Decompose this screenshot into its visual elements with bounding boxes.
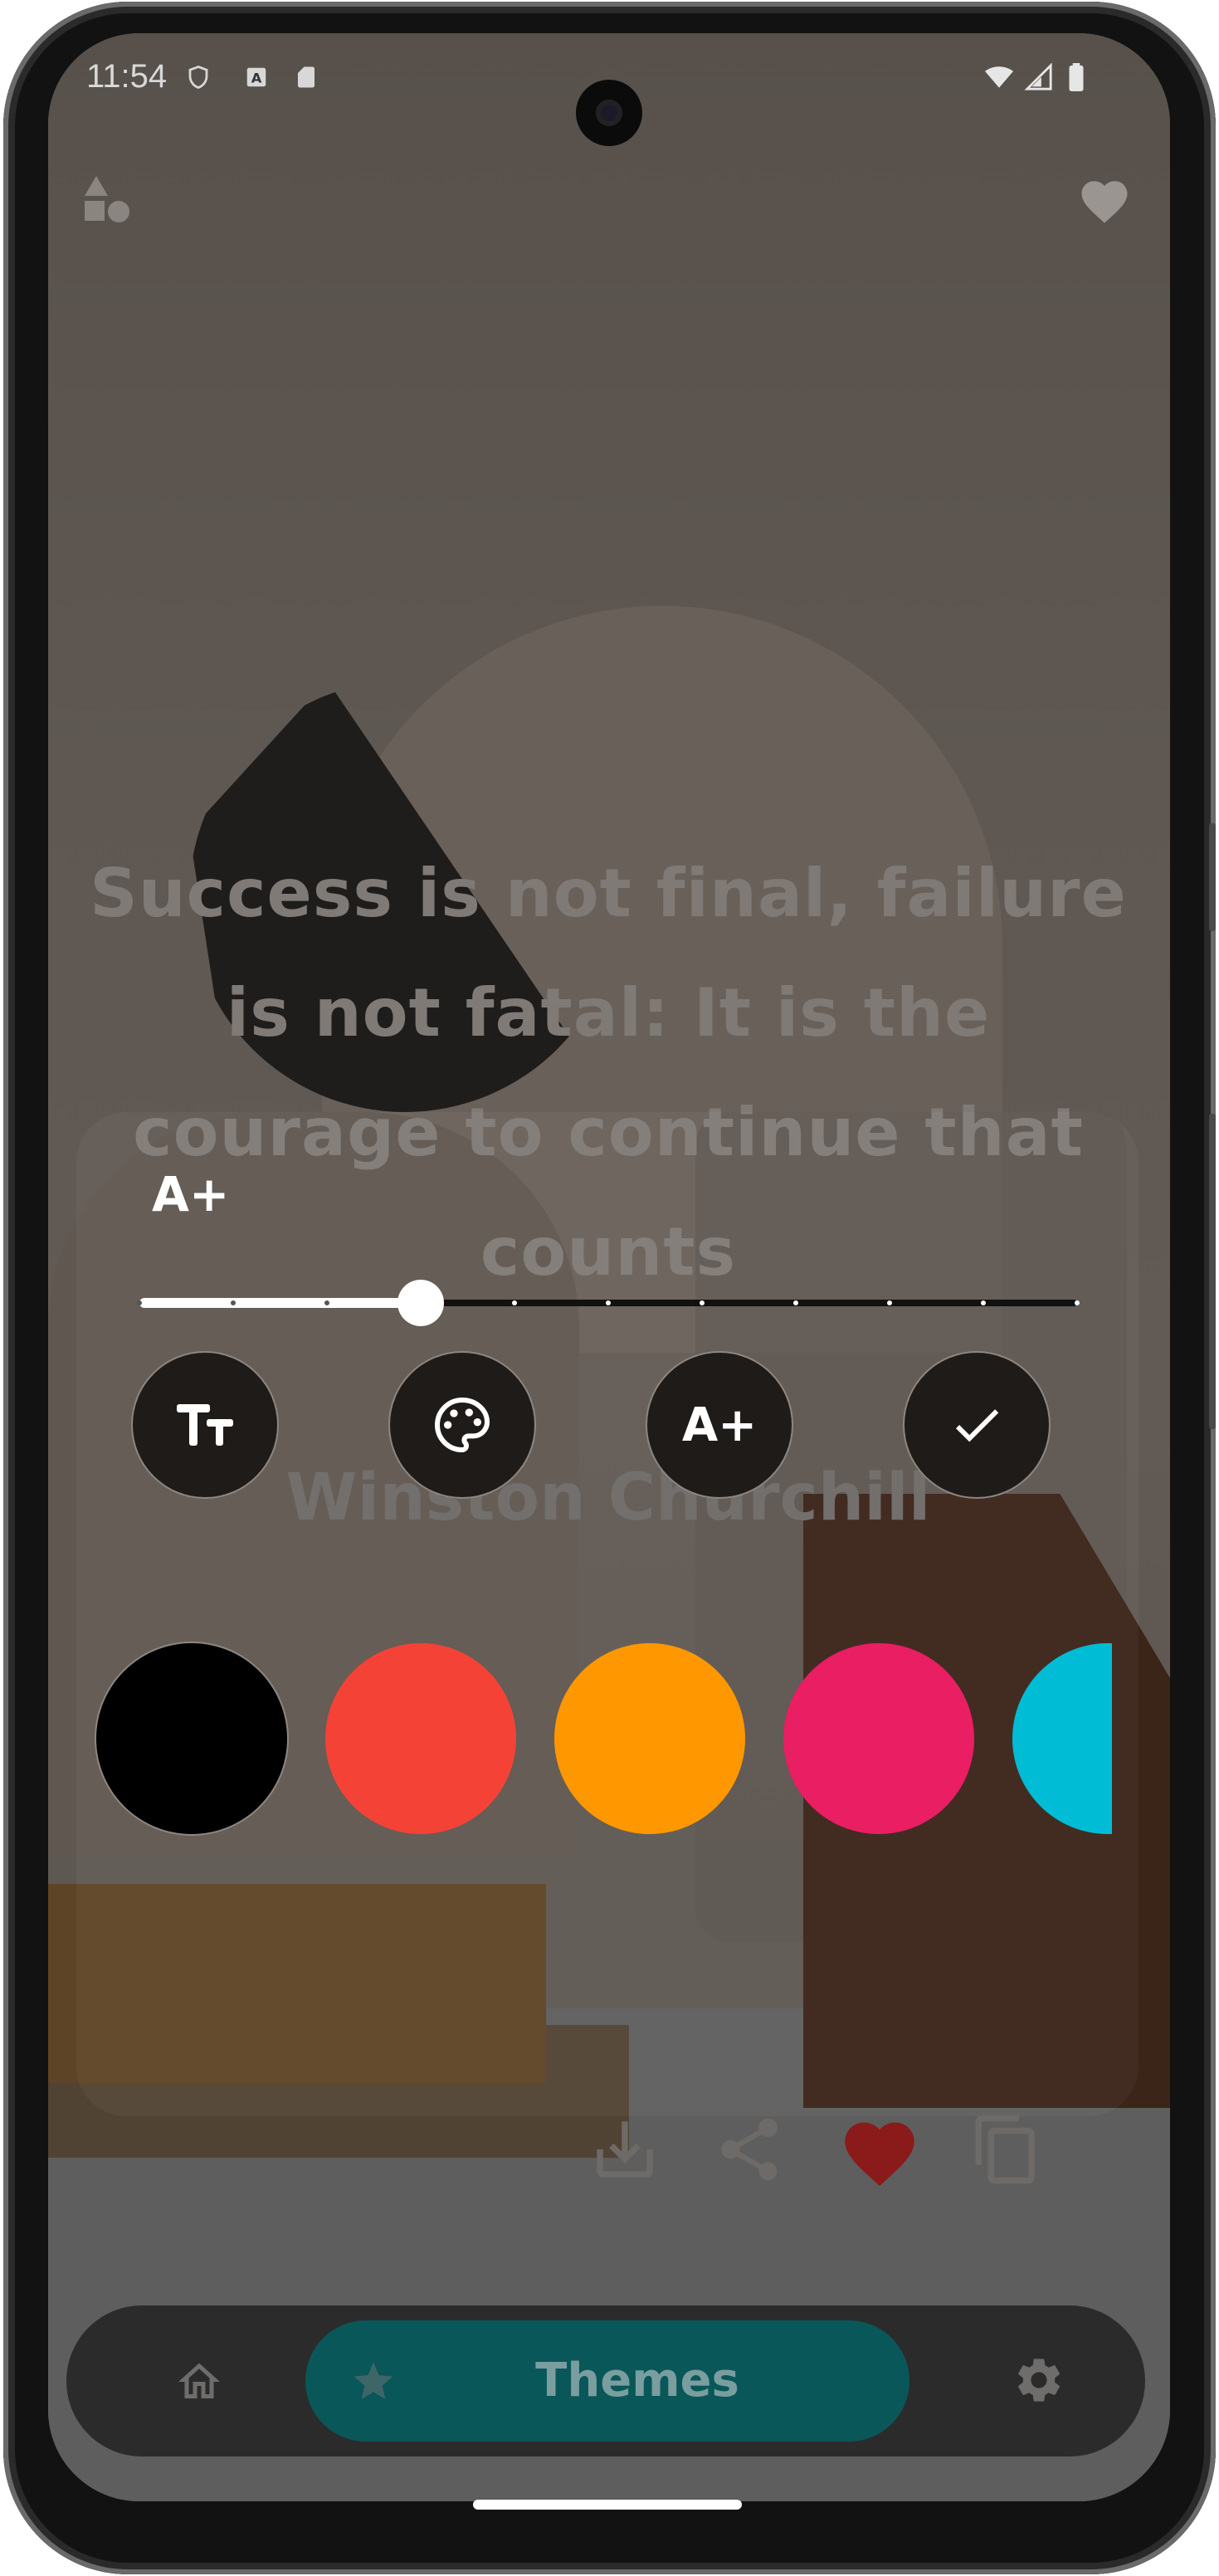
a-badge-icon: A <box>246 67 266 87</box>
slider-tick <box>606 1300 611 1305</box>
slider-tick <box>793 1300 798 1305</box>
volume-button <box>1209 823 1216 931</box>
home-indicator[interactable] <box>473 2500 742 2510</box>
battery-icon <box>1069 63 1084 91</box>
color-palette-button[interactable] <box>390 1353 534 1497</box>
font-size-label: A+ <box>152 1166 230 1222</box>
screen: Success is not final, failure is not fat… <box>48 33 1170 2501</box>
color-swatch-clip <box>1012 1643 1112 1834</box>
color-swatch-cyan[interactable] <box>1012 1643 1112 1834</box>
slider-tick <box>324 1300 329 1305</box>
bottom-nav: Themes <box>66 2305 1145 2456</box>
font-size-button[interactable]: A+ <box>647 1353 792 1497</box>
color-swatch-black[interactable] <box>96 1643 287 1834</box>
status-time: 11:54 <box>86 58 168 95</box>
star-icon <box>354 2362 393 2399</box>
power-button <box>1209 1114 1216 1429</box>
slider-tick <box>700 1300 705 1305</box>
shapes-icon[interactable] <box>81 174 131 224</box>
nav-tab-label: Themes <box>535 2354 739 2408</box>
shield-icon <box>188 66 208 89</box>
share-icon[interactable] <box>712 2112 787 2187</box>
slider-tick <box>887 1300 892 1305</box>
confirm-button[interactable] <box>904 1353 1049 1497</box>
text-style-button[interactable] <box>133 1353 277 1497</box>
gear-icon[interactable] <box>1012 2354 1065 2407</box>
slider-tick <box>512 1300 517 1305</box>
color-swatch-pink[interactable] <box>783 1643 974 1834</box>
color-swatch-red[interactable] <box>325 1643 516 1834</box>
front-camera <box>576 80 642 146</box>
slider-fill <box>139 1298 421 1308</box>
slider-tick <box>981 1300 986 1305</box>
slider-tick <box>137 1300 142 1305</box>
font-size-icon: A+ <box>681 1398 758 1452</box>
slider-thumb[interactable] <box>397 1280 444 1326</box>
editor-panel <box>76 1112 1139 2116</box>
signal-icon <box>1024 63 1052 90</box>
copy-icon[interactable] <box>969 2112 1044 2187</box>
font-size-slider[interactable] <box>137 1280 1080 1326</box>
slider-tick <box>231 1300 236 1305</box>
color-swatch-orange[interactable] <box>554 1643 745 1834</box>
favorite-heart-icon[interactable] <box>838 2112 921 2195</box>
quote-line: is not fatal: It is the <box>226 974 991 1051</box>
svg-text:A: A <box>251 70 262 85</box>
text-fields-icon <box>177 1404 233 1446</box>
check-icon <box>955 1409 999 1442</box>
palette-icon <box>435 1397 490 1453</box>
slider-tick <box>1075 1300 1080 1305</box>
wifi-icon <box>985 66 1013 88</box>
home-icon[interactable] <box>174 2357 224 2407</box>
sd-card-icon <box>298 66 315 88</box>
nav-tab-themes[interactable]: Themes <box>305 2320 909 2442</box>
download-icon[interactable] <box>588 2112 662 2187</box>
heart-icon[interactable] <box>1077 174 1132 229</box>
quote-line: Success is not final, failure <box>90 855 1127 932</box>
